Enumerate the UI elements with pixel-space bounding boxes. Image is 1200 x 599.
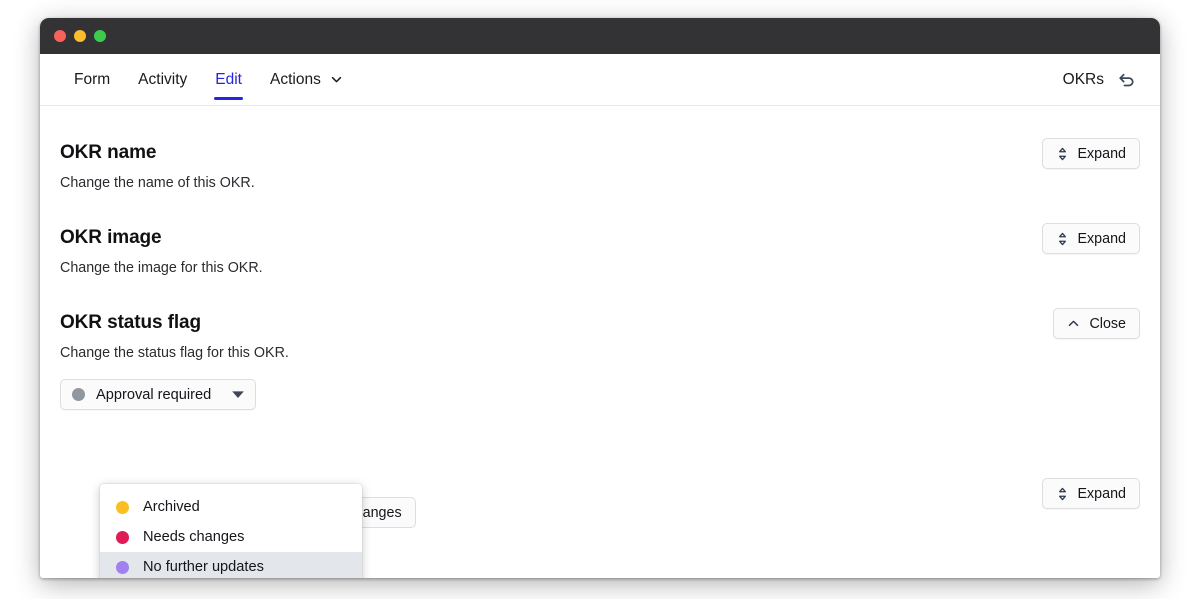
dropdown-option-archived[interactable]: Archived — [100, 492, 362, 522]
section-okr-status-flag-description: Change the status flag for this OKR. — [60, 345, 289, 361]
window-zoom-button[interactable] — [94, 30, 106, 42]
status-color-swatch — [72, 388, 85, 401]
chevron-up-icon — [1067, 317, 1080, 330]
section-okr-image-description: Change the image for this OKR. — [60, 260, 263, 276]
tab-edit-label: Edit — [215, 70, 242, 88]
tab-form-label: Form — [74, 70, 111, 88]
section-okr-status-flag-title: OKR status flag — [60, 312, 202, 333]
tab-actions-label: Actions — [269, 70, 321, 88]
expand-chevrons-icon — [1056, 147, 1069, 161]
close-button-okr-status-flag[interactable]: Close — [1053, 308, 1140, 339]
status-flag-select-wrapper: Approval required — [60, 379, 256, 410]
tab-activity-label: Activity — [138, 70, 188, 88]
dropdown-option-needs-changes[interactable]: Needs changes — [100, 522, 362, 552]
edit-page-body: OKR name Change the name of this OKR. Ex… — [40, 106, 1160, 578]
section-okr-name-title: OKR name — [60, 142, 157, 163]
expand-button-okr-name-label: Expand — [1077, 145, 1127, 162]
expand-chevrons-icon — [1056, 232, 1069, 246]
triangle-down-icon — [221, 390, 255, 399]
expand-button-fourth-section-label: Expand — [1077, 485, 1127, 502]
undo-arrow-icon[interactable] — [1116, 69, 1138, 91]
expand-button-okr-image[interactable]: Expand — [1041, 223, 1140, 254]
expand-button-fourth-section[interactable]: Expand — [1041, 478, 1140, 509]
window-titlebar — [40, 18, 1160, 54]
option-color-swatch — [116, 530, 129, 544]
status-flag-select[interactable]: Approval required — [60, 379, 256, 410]
nav-right-cluster: OKRs — [1063, 54, 1138, 105]
option-color-swatch — [116, 560, 129, 574]
chevron-down-icon — [330, 73, 343, 86]
section-okr-name-description: Change the name of this OKR. — [60, 175, 255, 191]
close-button-label: Close — [1089, 315, 1126, 332]
dropdown-option-needs-changes-label: Needs changes — [143, 529, 245, 545]
tab-activity[interactable]: Activity — [124, 54, 201, 105]
dropdown-option-no-further-updates[interactable]: No further updates — [100, 552, 362, 578]
option-color-swatch — [116, 500, 129, 514]
tab-form[interactable]: Form — [60, 54, 124, 105]
section-okr-name: OKR name Change the name of this OKR. Ex… — [60, 106, 1140, 191]
status-flag-dropdown-menu[interactable]: Archived Needs changes No further update… — [100, 484, 362, 578]
top-navigation-bar: Form Activity Edit Actions OKRs — [40, 54, 1160, 106]
dropdown-option-no-further-updates-label: No further updates — [143, 559, 264, 575]
window-close-button[interactable] — [54, 30, 66, 42]
section-okr-status-flag: OKR status flag Change the status flag f… — [60, 276, 1140, 410]
screenshot-root: Form Activity Edit Actions OKRs OKR name… — [0, 0, 1200, 599]
nav-tabs: Form Activity Edit Actions — [60, 54, 357, 105]
expand-button-okr-image-label: Expand — [1077, 230, 1127, 247]
app-window: Form Activity Edit Actions OKRs OKR name… — [40, 18, 1160, 578]
dropdown-option-archived-label: Archived — [143, 499, 200, 515]
okrs-label: OKRs — [1062, 70, 1104, 88]
status-flag-select-value: Approval required — [96, 386, 212, 403]
tab-actions[interactable]: Actions — [256, 54, 357, 105]
expand-chevrons-icon — [1056, 487, 1069, 501]
section-okr-image-title: OKR image — [60, 227, 162, 248]
section-okr-image: OKR image Change the image for this OKR.… — [60, 191, 1140, 276]
expand-button-okr-name[interactable]: Expand — [1041, 138, 1140, 169]
tab-edit[interactable]: Edit — [201, 54, 256, 105]
window-minimize-button[interactable] — [74, 30, 86, 42]
